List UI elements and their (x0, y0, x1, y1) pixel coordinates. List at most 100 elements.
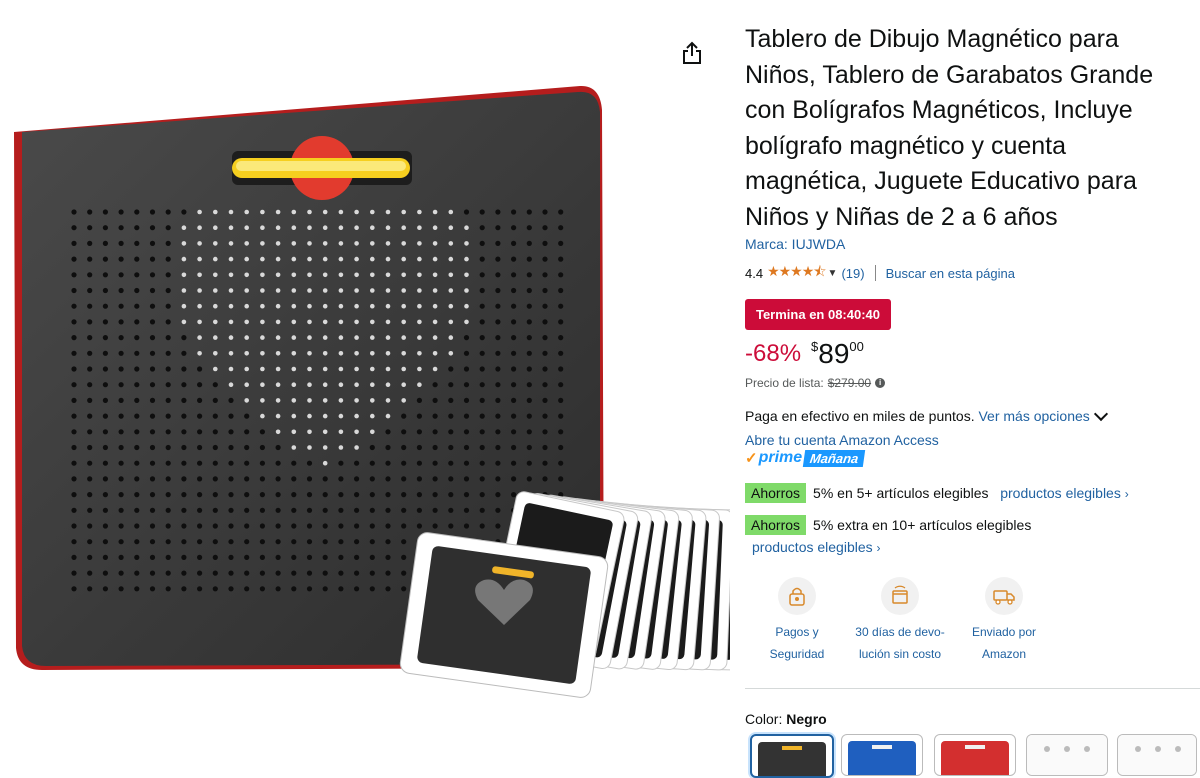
lit-bead (275, 272, 281, 278)
lit-bead (307, 398, 312, 403)
bead-hole (495, 413, 501, 419)
bead-hole (369, 476, 375, 482)
color-swatch-black[interactable] (750, 734, 834, 778)
bead-hole (165, 523, 171, 529)
bead-hole (432, 444, 438, 451)
color-swatch-variant[interactable] (1117, 734, 1197, 776)
bead-hole (275, 492, 281, 498)
bead-hole (259, 492, 265, 498)
bead-hole (181, 507, 187, 513)
bead-hole (181, 444, 187, 451)
rating-stars-icon[interactable]: ★★★★⯪ (767, 261, 826, 285)
ratings-count-link[interactable]: (19) (841, 266, 864, 281)
bead-hole (526, 413, 532, 419)
bead-hole (71, 240, 77, 246)
lit-bead (385, 398, 391, 403)
bead-hole (197, 397, 203, 403)
bead-hole (181, 397, 187, 403)
bead-hole (165, 476, 171, 482)
bead-hole (181, 460, 187, 466)
lit-bead (385, 413, 391, 419)
bead-hole (87, 507, 93, 513)
info-icon[interactable]: i (875, 378, 886, 388)
bead-hole (71, 492, 77, 498)
bead-hole (463, 413, 470, 419)
lit-bead (275, 241, 281, 246)
bead-hole (385, 523, 391, 529)
product-image[interactable] (0, 70, 747, 710)
lit-bead (291, 272, 297, 278)
trust-label: lución sin costo (858, 647, 942, 661)
share-icon[interactable] (680, 40, 704, 66)
bead-hole (118, 335, 124, 341)
bead-hole (71, 444, 77, 451)
bead-hole (134, 209, 140, 215)
bead-hole (102, 554, 108, 560)
trust-returns[interactable]: 30 días de devo- lución sin costo (845, 577, 955, 665)
search-page-link[interactable]: Buscar en esta página (886, 266, 1015, 281)
color-swatch-red[interactable] (934, 734, 1016, 776)
lit-bead (338, 413, 344, 419)
bead-hole (479, 319, 485, 325)
lit-bead (385, 303, 391, 309)
lit-bead (354, 351, 359, 356)
trust-label: Enviado por (971, 625, 1037, 639)
bead-hole (510, 444, 517, 451)
bead-hole (495, 507, 501, 513)
lit-bead (291, 303, 297, 309)
more-options-link[interactable]: Ver más opciones (978, 408, 1089, 424)
bead-hole (149, 240, 156, 246)
bead-hole (354, 523, 360, 529)
lit-bead (228, 335, 234, 340)
lit-bead (307, 366, 312, 372)
lit-bead (338, 225, 344, 230)
bead-hole (212, 586, 218, 592)
bead-hole (322, 507, 328, 513)
bead-hole (87, 256, 93, 262)
trust-shipped-by-amazon[interactable]: Enviado por Amazon (949, 577, 1059, 665)
lit-bead (401, 256, 407, 262)
bead-hole (134, 272, 140, 278)
bead-hole (448, 476, 454, 482)
bead-hole (71, 476, 77, 482)
bead-hole (118, 492, 124, 498)
bead-hole (118, 350, 124, 356)
bead-hole (542, 350, 548, 356)
lit-bead (370, 413, 375, 419)
lit-bead (181, 241, 187, 246)
bead-hole (165, 507, 171, 513)
amazon-access-link[interactable]: Abre tu cuenta Amazon Access (745, 432, 939, 448)
lit-bead (244, 382, 249, 388)
bead-hole (542, 397, 548, 403)
bead-hole (165, 554, 171, 560)
bead-hole (181, 429, 187, 435)
bead-hole (71, 523, 77, 529)
trust-label: Seguridad (769, 647, 825, 661)
eligible-products-link[interactable]: productos elegibles › (752, 539, 881, 555)
bead-hole (165, 460, 171, 466)
color-swatch-blue[interactable] (841, 734, 923, 776)
chevron-down-icon[interactable]: ▼ (828, 268, 838, 279)
bead-hole (354, 460, 360, 466)
bead-hole (134, 225, 140, 231)
bead-hole (558, 240, 564, 246)
lit-bead (244, 225, 249, 230)
bead-hole (212, 429, 218, 435)
bead-hole (134, 429, 140, 435)
bead-hole (212, 492, 218, 498)
trust-payments-security[interactable]: Pagos y Seguridad (742, 577, 852, 665)
bead-hole (432, 429, 438, 435)
bead-hole (354, 586, 360, 592)
chevron-down-icon[interactable] (1093, 406, 1108, 422)
eligible-products-link[interactable]: productos elegibles › (1000, 485, 1129, 501)
lit-bead (244, 366, 249, 372)
bead-hole (212, 523, 218, 529)
color-swatch-variant[interactable] (1026, 734, 1108, 776)
lit-bead (213, 366, 218, 372)
bead-hole (228, 507, 234, 513)
bead-hole (542, 319, 548, 325)
bead-hole (542, 225, 548, 231)
brand-link[interactable]: Marca: IUJWDA (745, 236, 845, 252)
lit-bead (291, 225, 297, 230)
lit-bead (401, 288, 407, 293)
